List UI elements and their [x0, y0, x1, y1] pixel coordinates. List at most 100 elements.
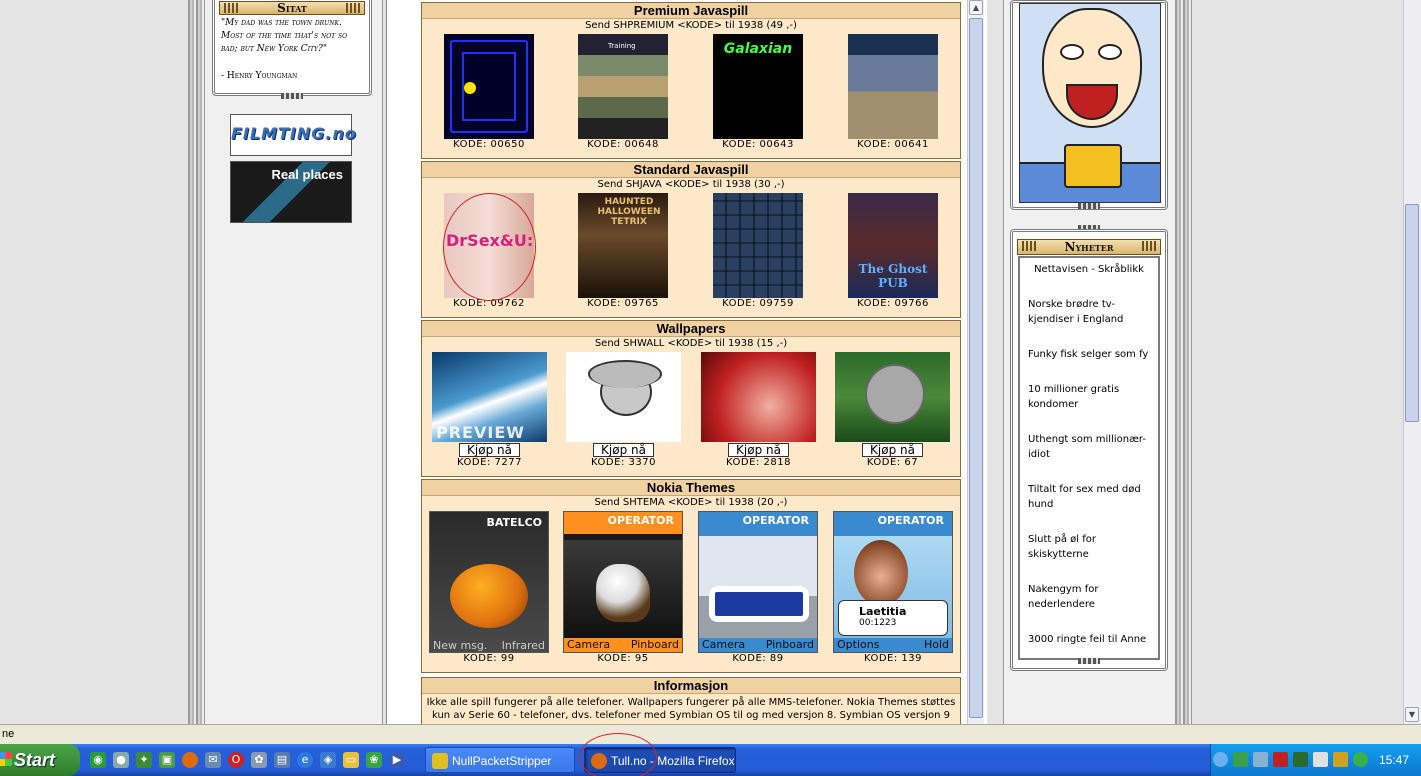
- softkey-left: New msg.: [433, 639, 488, 652]
- scrollbar-thumb[interactable]: [969, 18, 983, 718]
- section-subtitle: Send SHPREMIUM <KODE> til 1938 (49 ,-): [585, 20, 797, 31]
- quicklaunch-icon[interactable]: ◉: [90, 752, 106, 768]
- news-link[interactable]: Tiltalt for sex med død hund: [1028, 482, 1150, 512]
- buy-button[interactable]: Kjøp nå: [862, 443, 923, 457]
- news-link[interactable]: Slutt på øl for skiskytterne: [1028, 532, 1150, 562]
- buy-button[interactable]: Kjøp nå: [728, 443, 789, 457]
- product-code: KODE: 89: [732, 653, 784, 664]
- galaxian-thumbnail[interactable]: Galaxian: [713, 34, 803, 139]
- clock[interactable]: 15:47: [1379, 744, 1409, 776]
- eagle-theme-thumbnail[interactable]: OPERATOR Camera Pinboard: [563, 511, 683, 653]
- buy-button[interactable]: Kjøp nå: [459, 443, 520, 457]
- product-item[interactable]: Training KODE: 00648: [578, 34, 668, 151]
- quote-box-header: Sitat: [219, 1, 365, 15]
- status-bar: ne: [0, 724, 1421, 744]
- section-subtitle: Send SHJAVA <KODE> til 1938 (30 ,-): [597, 179, 785, 190]
- softkey-left: Camera: [567, 638, 611, 651]
- preview-watermark: PREVIEW: [436, 423, 525, 442]
- softkey-right: Pinboard: [630, 638, 679, 651]
- halloween-tetrix-thumbnail[interactable]: HAUNTED HALLOWEEN TETRIX: [578, 193, 668, 298]
- tray-expand-icon[interactable]: [1213, 752, 1228, 767]
- themes-section: Nokia Themes Send SHTEMA <KODE> til 1938…: [421, 479, 961, 673]
- wave-wallpaper-thumbnail[interactable]: PREVIEW: [432, 352, 547, 442]
- product-code: KODE: 2818: [726, 457, 791, 468]
- training-game-thumbnail[interactable]: Training: [578, 34, 668, 139]
- news-link[interactable]: Funky fisk selger som fy: [1028, 347, 1150, 362]
- cartoon-eye: [1098, 44, 1122, 60]
- quicklaunch-icon[interactable]: ✦: [136, 752, 152, 768]
- news-link[interactable]: Uthengt som millionær-idiot: [1028, 432, 1150, 462]
- news-link[interactable]: Nakengym for nederlendere: [1028, 582, 1150, 612]
- wallpaper-item: PREVIEW Kjøp nå KODE: 7277: [432, 352, 547, 469]
- tray-icon[interactable]: [1273, 752, 1288, 767]
- taskbar-item-nullpacketstripper[interactable]: NullPacketStripper: [425, 747, 575, 773]
- realplaces-banner[interactable]: Real places: [230, 161, 352, 223]
- page-scrollbar[interactable]: ▼: [1403, 0, 1421, 724]
- right-frame-rail: [1175, 0, 1192, 724]
- koala-wallpaper-thumbnail[interactable]: [835, 352, 950, 442]
- product-item[interactable]: HAUNTED HALLOWEEN TETRIX KODE: 09765: [578, 193, 668, 310]
- product-item[interactable]: KODE: 00641: [848, 34, 938, 151]
- quicklaunch-icon[interactable]: ▤: [274, 752, 290, 768]
- formula1-theme-thumbnail[interactable]: OPERATOR Camera Pinboard: [698, 511, 818, 653]
- softkey-left: Options: [837, 638, 880, 651]
- product-code: KODE: 00643: [722, 139, 794, 150]
- theme-item[interactable]: OPERATOR Camera Pinboard KODE: 95: [563, 511, 683, 665]
- filmting-banner[interactable]: FILMTING.no: [230, 114, 356, 156]
- quicklaunch-icon[interactable]: ◈: [320, 752, 336, 768]
- section-title: Standard Javaspill: [422, 162, 960, 178]
- pumpkin-theme-thumbnail[interactable]: BATELCO New msg. Infrared: [429, 511, 549, 653]
- woman-wallpaper-thumbnail[interactable]: [701, 352, 816, 442]
- product-code: KODE: 139: [863, 653, 923, 664]
- mouse-wallpaper-thumbnail[interactable]: [566, 352, 681, 442]
- quicklaunch-icon[interactable]: ▣: [159, 752, 175, 768]
- scrollbar-thumb[interactable]: [1405, 204, 1419, 422]
- tray-icon[interactable]: [1233, 752, 1248, 767]
- inner-scrollbar[interactable]: ▲: [967, 0, 984, 724]
- start-button[interactable]: Start: [0, 744, 80, 776]
- buy-button[interactable]: Kjøp nå: [593, 443, 654, 457]
- puzzle-game-thumbnail[interactable]: [713, 193, 803, 298]
- pacman-thumbnail[interactable]: [444, 34, 534, 139]
- quote-box: Sitat "My dad was the town drunk. Most o…: [212, 0, 372, 96]
- wallpapers-section: Wallpapers Send SHWALL <KODE> til 1938 (…: [421, 320, 961, 477]
- ie-icon[interactable]: e: [297, 752, 313, 768]
- quicklaunch-icon[interactable]: ●: [113, 752, 129, 768]
- product-item[interactable]: KODE: 00650: [444, 34, 534, 151]
- news-link[interactable]: 3000 ringte feil til Anne: [1028, 632, 1150, 647]
- softkey-right: Hold: [923, 638, 949, 651]
- wallpaper-item: Kjøp nå KODE: 67: [835, 352, 950, 469]
- firefox-icon[interactable]: [182, 752, 198, 768]
- section-subtitle: Send SHWALL <KODE> til 1938 (15 ,-): [594, 338, 788, 349]
- quote-box-title: Sitat: [277, 1, 307, 15]
- header-ornament: [1022, 241, 1036, 251]
- product-item[interactable]: Galaxian KODE: 00643: [713, 34, 803, 151]
- wallpaper-item: Kjøp nå KODE: 2818: [701, 352, 816, 469]
- theme-item[interactable]: OPERATOR Laetitia 00:1223 Options Hold K…: [833, 511, 953, 665]
- section-subtitle: Send SHTEMA <KODE> til 1938 (20 ,-): [594, 497, 788, 508]
- media-player-icon[interactable]: ▶: [389, 752, 405, 768]
- quicklaunch-icon[interactable]: ❀: [366, 752, 382, 768]
- scroll-down-arrow-icon[interactable]: ▼: [1405, 707, 1419, 722]
- laetitia-theme-thumbnail[interactable]: OPERATOR Laetitia 00:1223 Options Hold: [833, 511, 953, 653]
- quicklaunch-icon[interactable]: ✿: [251, 752, 267, 768]
- folder-icon[interactable]: ▭: [343, 752, 359, 768]
- quicklaunch-icon[interactable]: ✉: [205, 752, 221, 768]
- news-link[interactable]: Norske brødre tv-kjendiser i England: [1028, 297, 1150, 327]
- news-list: Nettavisen - Skråblikk Norske brødre tv-…: [1018, 256, 1160, 660]
- theme-item[interactable]: OPERATOR Camera Pinboard KODE: 89: [698, 511, 818, 665]
- scroll-up-arrow-icon[interactable]: ▲: [969, 0, 983, 15]
- product-item[interactable]: The Ghost PUB KODE: 09766: [848, 193, 938, 310]
- tray-icon[interactable]: [1293, 752, 1308, 767]
- opera-icon[interactable]: O: [228, 752, 244, 768]
- theme-item[interactable]: BATELCO New msg. Infrared KODE: 99: [429, 511, 549, 665]
- fighting-game-thumbnail[interactable]: [848, 34, 938, 139]
- tray-icon[interactable]: [1253, 752, 1268, 767]
- ghost-pub-thumbnail[interactable]: The Ghost PUB: [848, 193, 938, 298]
- tray-icon[interactable]: [1313, 752, 1328, 767]
- product-item[interactable]: KODE: 09759: [713, 193, 803, 310]
- tray-icon[interactable]: [1353, 752, 1368, 767]
- tray-icon[interactable]: [1333, 752, 1348, 767]
- news-link[interactable]: 10 millioner gratis kondomer: [1028, 382, 1150, 412]
- section-title: Informasjon: [422, 678, 960, 694]
